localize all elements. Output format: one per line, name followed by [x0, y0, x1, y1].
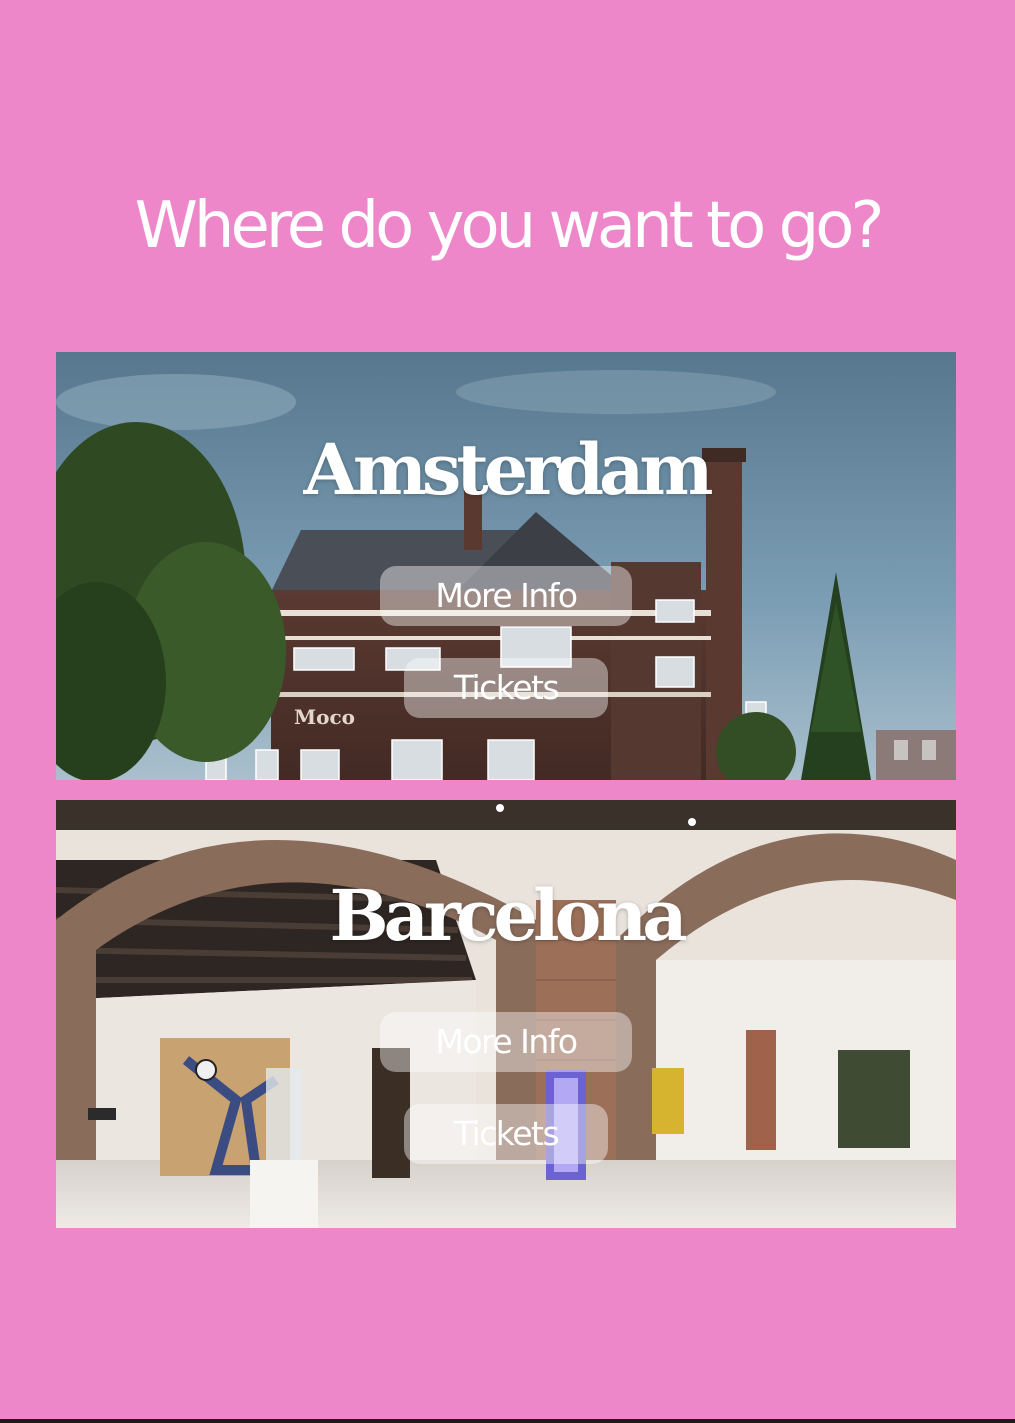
bottom-edge-line: [0, 1419, 1015, 1423]
moco-building-sign: Moco: [294, 705, 355, 729]
amsterdam-more-info-button[interactable]: More Info: [380, 566, 632, 626]
barcelona-tickets-button[interactable]: Tickets: [404, 1104, 608, 1164]
city-name-barcelona: Barcelona: [329, 874, 687, 957]
amsterdam-tickets-button[interactable]: Tickets: [404, 658, 608, 718]
destination-card-amsterdam[interactable]: Moco Amsterdam More Info Tickets: [56, 352, 956, 780]
city-name-amsterdam: Amsterdam: [303, 428, 714, 511]
destination-card-barcelona[interactable]: Barcelona More Info Tickets: [56, 800, 956, 1228]
barcelona-more-info-button[interactable]: More Info: [380, 1012, 632, 1072]
page-title: Where do you want to go?: [134, 189, 885, 263]
